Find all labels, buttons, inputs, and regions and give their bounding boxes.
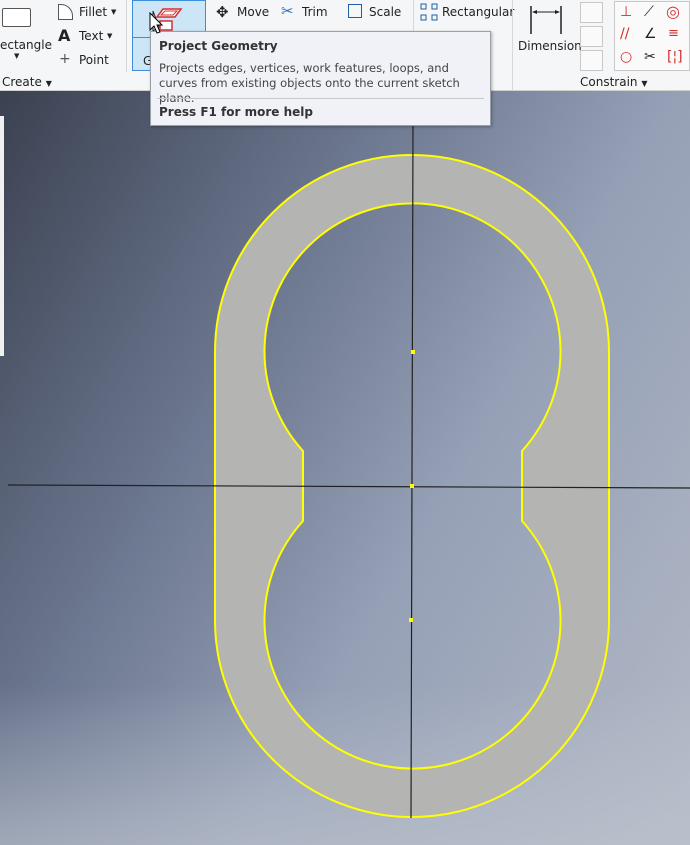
- dropdown-arrow-icon[interactable]: ▼: [111, 8, 116, 16]
- symmetric-icon[interactable]: [¦]: [667, 49, 683, 65]
- scale-icon: [348, 4, 362, 18]
- constrain-label: Constrain: [580, 75, 638, 89]
- text-button[interactable]: Text: [79, 29, 103, 43]
- create-label: Create: [2, 75, 42, 89]
- tooltip-title: Project Geometry: [159, 39, 278, 53]
- tooltip: Project Geometry Projects edges, vertice…: [150, 31, 491, 126]
- dropdown-arrow-icon[interactable]: ▼: [107, 32, 112, 40]
- fillet-icon: [58, 4, 73, 20]
- point-icon: +: [59, 51, 71, 67]
- scale-button[interactable]: Scale: [369, 5, 401, 19]
- origin-point[interactable]: [410, 484, 414, 488]
- trim-button[interactable]: Trim: [302, 5, 328, 19]
- sketch-canvas[interactable]: [0, 91, 690, 845]
- show-constraints-icon[interactable]: [580, 26, 603, 47]
- rectangular-pattern-button[interactable]: Rectangular: [442, 5, 514, 19]
- point-button[interactable]: Point: [79, 53, 109, 67]
- dimension-icon[interactable]: [528, 4, 564, 36]
- tangent-line-icon[interactable]: ∠: [644, 26, 657, 42]
- text-icon: A: [58, 26, 71, 45]
- center-point[interactable]: [409, 618, 413, 622]
- parallel-icon[interactable]: //: [620, 26, 629, 42]
- constraint-grid: ⊥ ⟋ ◎ // ∠ ≡ ○ ✂ [¦]: [614, 1, 690, 71]
- move-icon: ✥: [216, 3, 229, 21]
- concentric-icon[interactable]: ◎: [666, 2, 680, 21]
- constrain-panel-label[interactable]: Constrain ▼: [580, 75, 648, 89]
- tooltip-help: Press F1 for more help: [159, 105, 313, 119]
- y-axis-line: [410, 124, 414, 819]
- rectangle-button[interactable]: ectangle: [0, 38, 52, 52]
- coincident-icon[interactable]: ⟋: [644, 4, 654, 20]
- chevron-down-icon: ▼: [45, 79, 52, 88]
- rectangle-icon[interactable]: [2, 8, 31, 27]
- sketch-geometry: [7, 124, 690, 819]
- create-panel-label[interactable]: Create ▼: [2, 75, 52, 89]
- constraint-settings-icon[interactable]: [580, 50, 603, 71]
- chevron-down-icon: ▼: [641, 79, 648, 88]
- fix-icon[interactable]: ≡: [668, 26, 679, 41]
- center-point[interactable]: [411, 350, 415, 354]
- perpendicular-icon[interactable]: ⊥: [620, 4, 632, 20]
- mouse-cursor-icon: [149, 12, 163, 34]
- trim-icon: ✂: [281, 2, 294, 20]
- tooltip-divider: [157, 98, 484, 99]
- tooltip-description: Projects edges, vertices, work features,…: [159, 61, 460, 105]
- move-button[interactable]: Move: [237, 5, 269, 19]
- tangent-icon[interactable]: ○: [620, 49, 632, 65]
- dimension-button[interactable]: Dimension: [518, 39, 582, 53]
- smooth-icon[interactable]: ✂: [644, 49, 656, 65]
- rectangular-pattern-icon: [420, 3, 438, 21]
- chevron-down-icon[interactable]: ▼: [14, 52, 19, 60]
- fillet-button[interactable]: Fillet: [79, 5, 107, 19]
- auto-dimension-icon[interactable]: [580, 2, 603, 23]
